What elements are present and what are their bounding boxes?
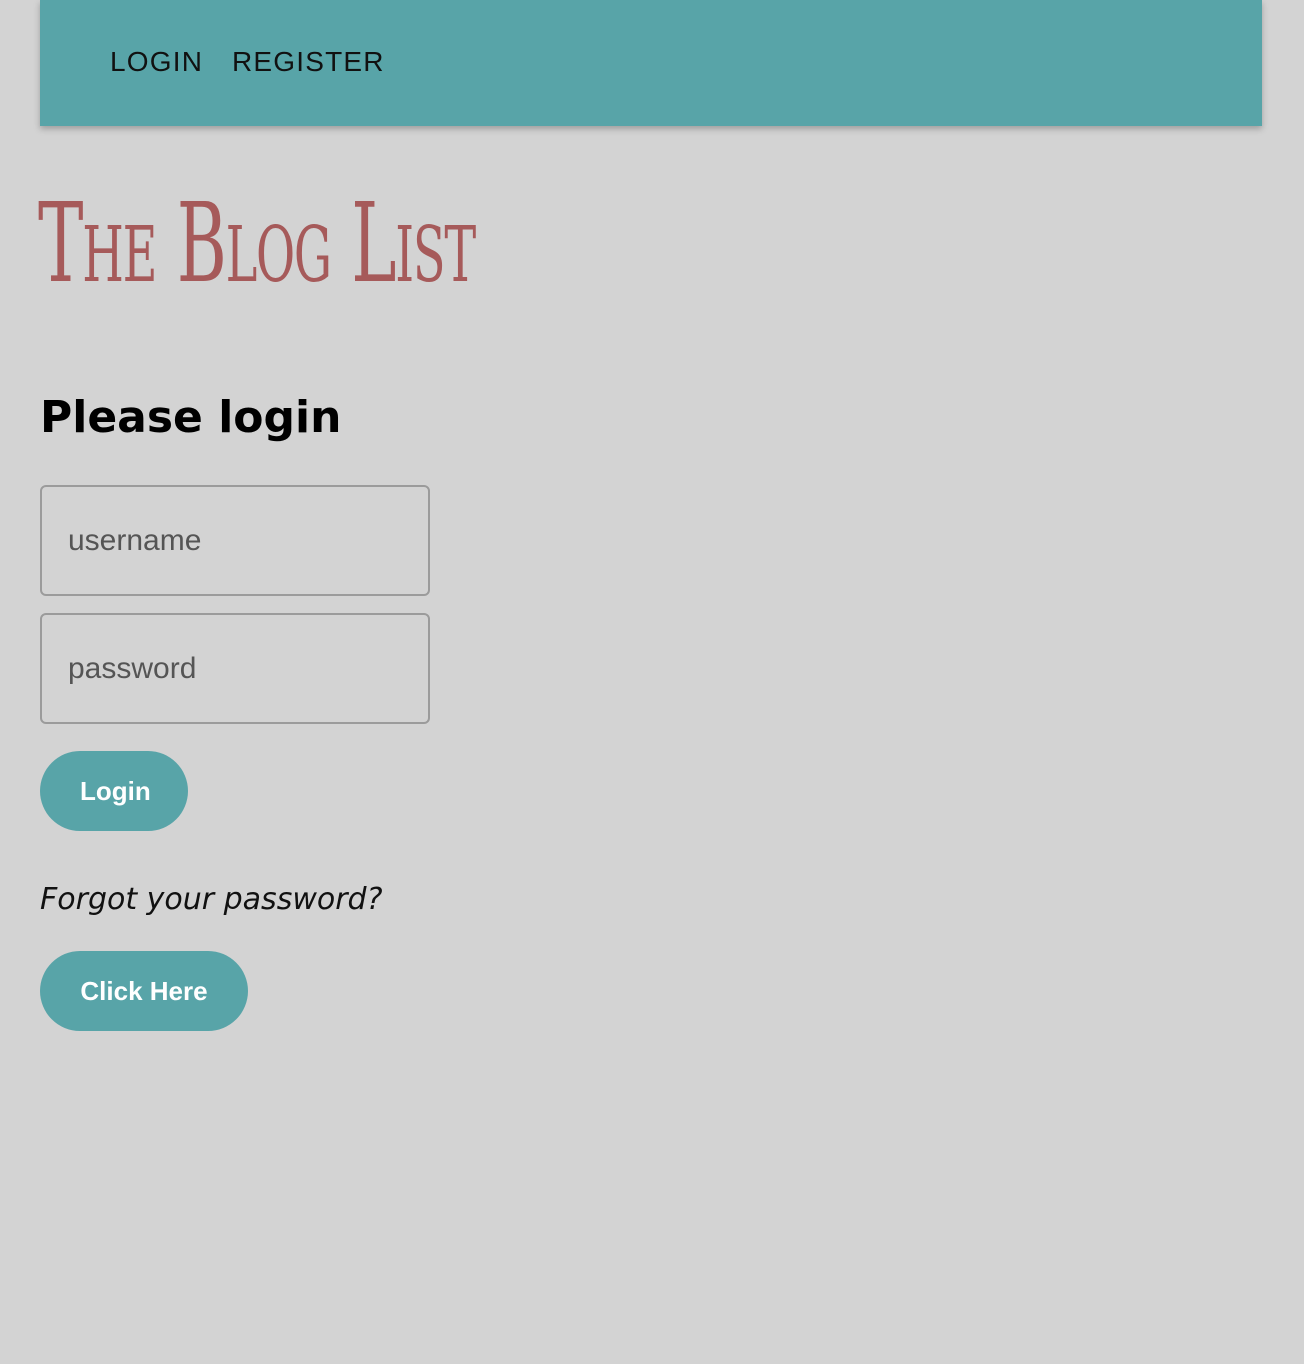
nav-login-link[interactable]: LOGIN — [110, 45, 203, 79]
login-button[interactable]: Login — [40, 751, 188, 831]
password-input[interactable] — [40, 613, 430, 724]
site-title: The Blog List — [38, 179, 476, 307]
top-navbar: LOGIN REGISTER — [40, 0, 1262, 126]
username-input[interactable] — [40, 485, 430, 596]
reset-password-button[interactable]: Click Here — [40, 951, 248, 1031]
nav-register-link[interactable]: REGISTER — [232, 45, 385, 79]
login-heading: Please login — [40, 392, 342, 443]
forgot-password-text: Forgot your password? — [40, 882, 383, 917]
